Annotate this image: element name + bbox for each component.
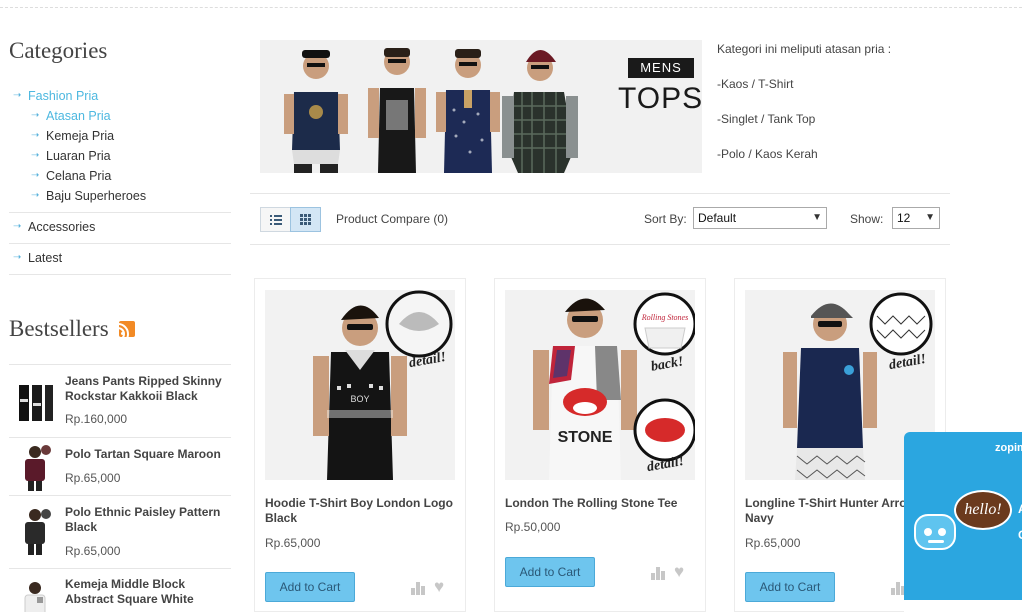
bestseller-item[interactable]: Polo Ethnic Paisley Pattern Black Rp.65,… [9,495,231,568]
rss-icon[interactable] [119,321,135,337]
show-select[interactable]: 12 ▼ [892,207,940,229]
description-item: -Singlet / Tank Top [717,112,816,126]
product-thumbnail[interactable] [15,379,55,429]
product-image[interactable]: STONE Rolling Stones [505,290,695,480]
arrow-right-icon: ➝ [31,130,40,141]
product-name[interactable]: London The Rolling Stone Tee [505,496,705,511]
category-item-celana-pria[interactable]: ➝ Celana Pria [9,166,231,186]
compare-icon[interactable] [411,582,425,595]
product-price: Rp.65,000 [745,536,801,550]
category-label: Accessories [28,220,96,234]
arrow-right-icon: ➝ [31,150,40,161]
arrow-right-icon: ➝ [13,90,22,101]
chat-text-fragment: A [1018,502,1022,516]
chevron-down-icon: ▼ [812,212,822,223]
bestseller-price: Rp.65,000 [65,544,121,558]
bestseller-name[interactable]: Polo Ethnic Paisley Pattern Black [65,505,230,535]
category-label: Latest [28,251,63,265]
add-to-cart-button[interactable]: Add to Cart [745,572,835,602]
product-thumbnail[interactable] [15,442,55,492]
bestsellers-list: Jeans Pants Ripped Skinny Rockstar Kakko… [9,364,231,612]
arrow-right-icon: ➝ [31,170,40,181]
grid-icon [300,214,311,225]
category-list: ➝ Fashion Pria ➝ Atasan Pria ➝ Kemeja Pr… [9,86,231,275]
product-image[interactable]: BOY [265,290,455,480]
category-label: Fashion Pria [28,89,99,103]
chat-brand: zopim [995,442,1022,454]
show-value: 12 [897,211,911,225]
description-item: -Polo / Kaos Kerah [717,147,818,161]
sort-select[interactable]: Default ▼ [693,207,827,229]
arrow-right-icon: ➝ [31,190,40,201]
compare-icon[interactable] [891,582,905,595]
grid-view-button[interactable] [290,207,321,232]
chat-robot-icon [914,514,956,550]
product-toolbar: Product Compare (0) Sort By: Default ▼ S… [250,193,950,245]
add-to-cart-button[interactable]: Add to Cart [505,557,595,587]
sort-label: Sort By: [644,212,687,226]
product-name[interactable]: Hoodie T-Shirt Boy London Logo Black [265,496,465,526]
bestseller-name[interactable]: Jeans Pants Ripped Skinny Rockstar Kakko… [65,374,230,404]
category-item-baju-superheroes[interactable]: ➝ Baju Superheroes [9,186,231,212]
sidebar: Categories ➝ Fashion Pria ➝ Atasan Pria … [0,0,240,612]
bestseller-name[interactable]: Kemeja Middle Block Abstract Square Whit… [65,577,230,607]
compare-icon[interactable] [651,567,665,580]
category-label: Atasan Pria [46,109,111,123]
chevron-down-icon: ▼ [925,212,935,223]
banner-badge: MENS [628,58,694,78]
category-item-atasan-pria[interactable]: ➝ Atasan Pria [9,106,231,126]
description-intro: Kategori ini meliputi atasan pria : [717,42,892,56]
product-card[interactable]: BOY detail! Hoodie T-Shirt Boy London Lo… [254,278,466,612]
svg-text:Rolling Stones: Rolling Stones [641,313,688,322]
arrow-right-icon: ➝ [13,221,22,232]
svg-text:BOY: BOY [350,394,369,404]
description-item: -Kaos / T-Shirt [717,77,794,91]
product-thumbnail[interactable] [15,579,55,612]
show-label: Show: [850,212,884,226]
bestseller-price: Rp.160,000 [65,412,128,426]
wishlist-heart-icon[interactable]: ♥ [674,563,684,580]
category-label: Kemeja Pria [46,129,115,143]
product-thumbnail[interactable] [15,506,55,556]
categories-heading: Categories [9,38,108,63]
list-icon [270,215,282,225]
category-label: Baju Superheroes [46,189,147,203]
arrow-right-icon: ➝ [13,252,22,263]
chat-footer [904,600,1022,612]
bestseller-price: Rp.65,000 [65,471,121,485]
arrow-right-icon: ➝ [31,110,40,121]
product-card[interactable]: STONE Rolling Stones back! detail! Londo… [494,278,706,612]
category-item-latest[interactable]: ➝ Latest [9,243,231,274]
bestseller-item[interactable]: Jeans Pants Ripped Skinny Rockstar Kakko… [9,364,231,437]
chat-text-fragment: C [1018,528,1022,542]
list-view-button[interactable] [260,207,291,232]
chat-greeting-bubble: hello! [954,490,1012,530]
category-item-kemeja-pria[interactable]: ➝ Kemeja Pria [9,126,231,146]
sort-value: Default [698,211,737,225]
bestseller-item[interactable]: Kemeja Middle Block Abstract Square Whit… [9,568,231,612]
bestseller-item[interactable]: Polo Tartan Square Maroon Rp.65,000 [9,437,231,495]
product-price: Rp.50,000 [505,520,561,534]
category-label: Celana Pria [46,169,112,183]
bestsellers-heading: Bestsellers [9,316,109,341]
category-item-luaran-pria[interactable]: ➝ Luaran Pria [9,146,231,166]
banner-title: TOPS [618,82,704,115]
category-item-fashion-pria[interactable]: ➝ Fashion Pria [9,86,231,106]
add-to-cart-button[interactable]: Add to Cart [265,572,355,602]
chat-widget[interactable]: zopim hello! A C [904,432,1022,612]
svg-text:STONE: STONE [558,429,613,446]
bestseller-name[interactable]: Polo Tartan Square Maroon [65,447,230,462]
divider [9,274,231,275]
wishlist-heart-icon[interactable]: ♥ [434,578,444,595]
product-price: Rp.65,000 [265,536,321,550]
category-label: Luaran Pria [46,149,111,163]
category-item-accessories[interactable]: ➝ Accessories [9,212,231,243]
product-compare-link[interactable]: Product Compare (0) [336,212,448,226]
